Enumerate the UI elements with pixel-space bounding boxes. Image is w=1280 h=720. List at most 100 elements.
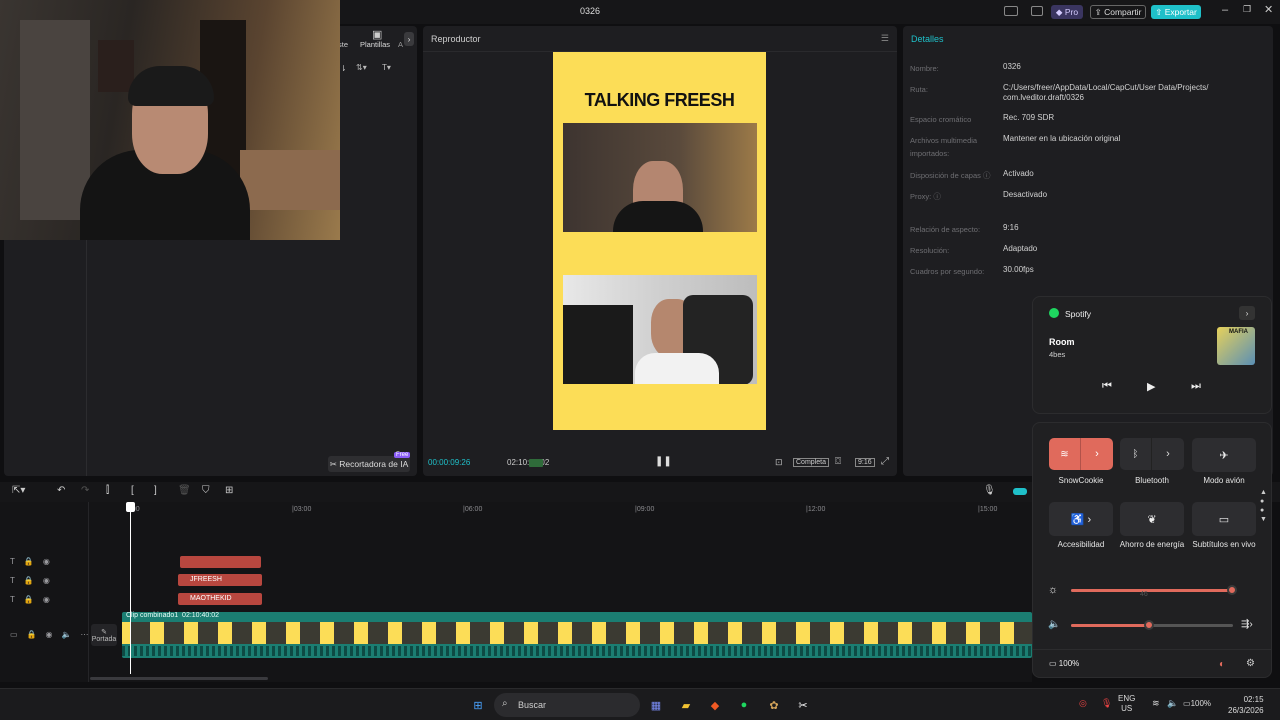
shield-icon[interactable]: ⛉ — [202, 485, 210, 496]
detail-value: Adaptado — [1003, 244, 1038, 253]
full-button[interactable]: Completa — [793, 458, 829, 467]
search-box[interactable]: ⌕ Buscar — [494, 693, 640, 717]
energy-saver-tile[interactable]: ❦ — [1120, 502, 1184, 536]
app-icon[interactable]: ✿ — [764, 695, 784, 715]
text-track-3-controls[interactable]: T 🔒 ◉ — [10, 595, 50, 604]
layout-icon[interactable] — [1004, 6, 1018, 16]
start-icon[interactable]: ⊞ — [468, 695, 488, 715]
play-icon[interactable]: ▶ — [1147, 380, 1155, 393]
video-frame-top — [563, 123, 757, 232]
clock[interactable]: 02:15 26/3/2026 — [1228, 694, 1264, 716]
ai-cropper-button[interactable]: ✂ Recortadora de IA — [328, 456, 410, 472]
text-clip-1[interactable] — [180, 556, 261, 568]
undo-icon[interactable]: ↶ — [57, 485, 65, 496]
tab-more[interactable]: A — [398, 40, 403, 49]
minimize-icon[interactable]: – — [1222, 4, 1228, 16]
live-captions-tile[interactable]: ▭ — [1192, 502, 1256, 536]
redo-icon[interactable]: ↷ — [81, 485, 89, 496]
detail-value: 9:16 — [1003, 223, 1019, 232]
detail-value: C:/Users/freer/AppData/Local/CapCut/User… — [1003, 83, 1209, 102]
text-clip-2[interactable]: JFREESH — [178, 574, 262, 586]
sort-icon[interactable]: ⇅▾ — [356, 63, 367, 72]
next-icon[interactable]: ⏭ — [1191, 380, 1201, 393]
timeline[interactable]: |00 |03:00 |06:00 |09:00 |12:00 |15:00 T… — [0, 502, 1032, 682]
brightness-fill — [1071, 589, 1233, 592]
link-toggle-icon[interactable] — [1013, 488, 1027, 495]
wifi-icon[interactable]: ≋ — [1049, 438, 1081, 470]
wifi-tile[interactable]: ≋ › — [1049, 438, 1113, 470]
tab-templates[interactable]: Plantillas — [360, 40, 390, 49]
app-tray-icon[interactable]: ◐ — [1219, 659, 1225, 670]
brightness-slider[interactable] — [1071, 585, 1237, 595]
split-icon[interactable]: ⫿ — [106, 485, 109, 496]
spotify-icon — [1049, 308, 1059, 318]
delete-icon[interactable]: 🗑 — [178, 485, 191, 496]
text-track-2-controls[interactable]: T 🔒 ◉ — [10, 576, 50, 585]
fullscreen-icon[interactable]: ⤢ — [881, 456, 889, 467]
filter-icon[interactable]: ⇂ — [340, 64, 347, 73]
pro-button[interactable]: ◆ Pro — [1051, 5, 1083, 19]
brave-icon[interactable]: ◆ — [705, 695, 725, 715]
brightness-thumb[interactable] — [1227, 585, 1237, 595]
spotify-taskbar-icon[interactable]: ● — [734, 695, 754, 715]
select-tool-icon[interactable]: ⇱▾ — [12, 485, 25, 496]
text-clip-3[interactable]: MAOTHEKID — [178, 593, 262, 605]
close-icon[interactable]: ✕ — [1264, 3, 1273, 16]
airplane-tile[interactable]: ✈ — [1192, 438, 1256, 472]
bluetooth-icon[interactable]: ᛒ — [1120, 438, 1152, 470]
caption-icon[interactable]: ⊞ — [225, 485, 233, 496]
volume-tray-icon[interactable]: 🔈 — [1167, 698, 1178, 709]
settings-gear-icon[interactable]: ⚙ — [1246, 658, 1255, 669]
text-track-1-controls[interactable]: T 🔒 ◉ — [10, 557, 50, 566]
scroll-indicator[interactable]: ▲ ● ● ▼ — [1260, 488, 1267, 524]
chevron-right-icon[interactable]: › — [1239, 306, 1255, 320]
wifi-tray-icon[interactable]: ≋ — [1152, 698, 1160, 709]
export-button[interactable]: ⇧ Exportar — [1151, 5, 1201, 19]
video-canvas[interactable]: TALKING FREESH — [553, 52, 766, 430]
app-name: Spotify — [1065, 309, 1091, 319]
volume-thumb[interactable] — [1143, 620, 1154, 630]
maximize-icon[interactable]: ❐ — [1243, 4, 1251, 15]
shortcut-icon[interactable] — [1031, 6, 1043, 16]
share-button[interactable]: ⇪ Compartir — [1090, 5, 1146, 19]
text-filter-icon[interactable]: T▾ — [382, 63, 391, 72]
ruler-tick: |15:00 — [978, 506, 998, 513]
volume-slider[interactable] — [1071, 620, 1233, 630]
store-icon[interactable]: ▦ — [646, 695, 666, 715]
tray-app-icon[interactable]: ◎ — [1079, 698, 1087, 709]
audio-output-icon[interactable]: ⇶› — [1241, 619, 1253, 630]
bluetooth-tile[interactable]: ᛒ › — [1120, 438, 1184, 470]
menu-icon[interactable]: ☰ — [881, 33, 889, 44]
playhead[interactable] — [130, 504, 131, 674]
chevron-right-icon[interactable]: › — [1152, 438, 1184, 470]
chevron-right-icon[interactable]: › — [404, 32, 414, 46]
battery-status[interactable]: ▭ 100% — [1049, 659, 1079, 668]
main-track-controls[interactable]: ▭ 🔒 ◉ 🔈 ⋯ — [10, 630, 88, 639]
capcut-icon[interactable]: ✂ — [793, 695, 813, 715]
battery-tray[interactable]: ▭100% — [1183, 699, 1211, 708]
previous-icon[interactable]: ⏮ — [1102, 380, 1112, 393]
detail-value: Rec. 709 SDR — [1003, 113, 1055, 122]
mic-icon[interactable]: 🎙 — [983, 485, 996, 496]
playhead-handle[interactable] — [126, 502, 135, 512]
split-left-icon[interactable]: [ — [131, 485, 134, 496]
folder-icon[interactable]: ▰ — [676, 695, 696, 715]
ratio-button[interactable]: 9:16 — [855, 458, 875, 467]
split-right-icon[interactable]: ] — [154, 485, 157, 496]
detail-value: 30.00fps — [1003, 265, 1034, 274]
language-indicator[interactable]: ENG US — [1118, 694, 1135, 714]
chevron-right-icon[interactable]: › — [1081, 438, 1113, 470]
crop-icon[interactable]: ⊡ — [775, 457, 783, 468]
main-clip[interactable]: Clip combinado1 02:10:40:02 — [122, 612, 1032, 658]
accessibility-tile[interactable]: ♿ › — [1049, 502, 1113, 536]
project-title: 0326 — [580, 6, 601, 16]
taskbar: ⊞ ⌕ Buscar ▦ ▰ ◆ ● ✿ ✂ ◎ 🎙 ENG US ≋ 🔈 ▭10… — [0, 688, 1280, 720]
airplane-label: Modo avión — [1203, 476, 1245, 485]
mic-tray-icon[interactable]: 🎙 — [1101, 698, 1112, 709]
pause-icon[interactable]: ❚❚ — [655, 456, 672, 467]
ruler[interactable]: |00 |03:00 |06:00 |09:00 |12:00 |15:00 — [120, 506, 1032, 518]
cover-button[interactable]: ✎ Portada — [91, 624, 117, 646]
screenshot-icon[interactable]: ⌼ — [835, 456, 841, 467]
timeline-scrollbar[interactable] — [90, 677, 268, 680]
ruler-tick: |09:00 — [635, 506, 655, 513]
